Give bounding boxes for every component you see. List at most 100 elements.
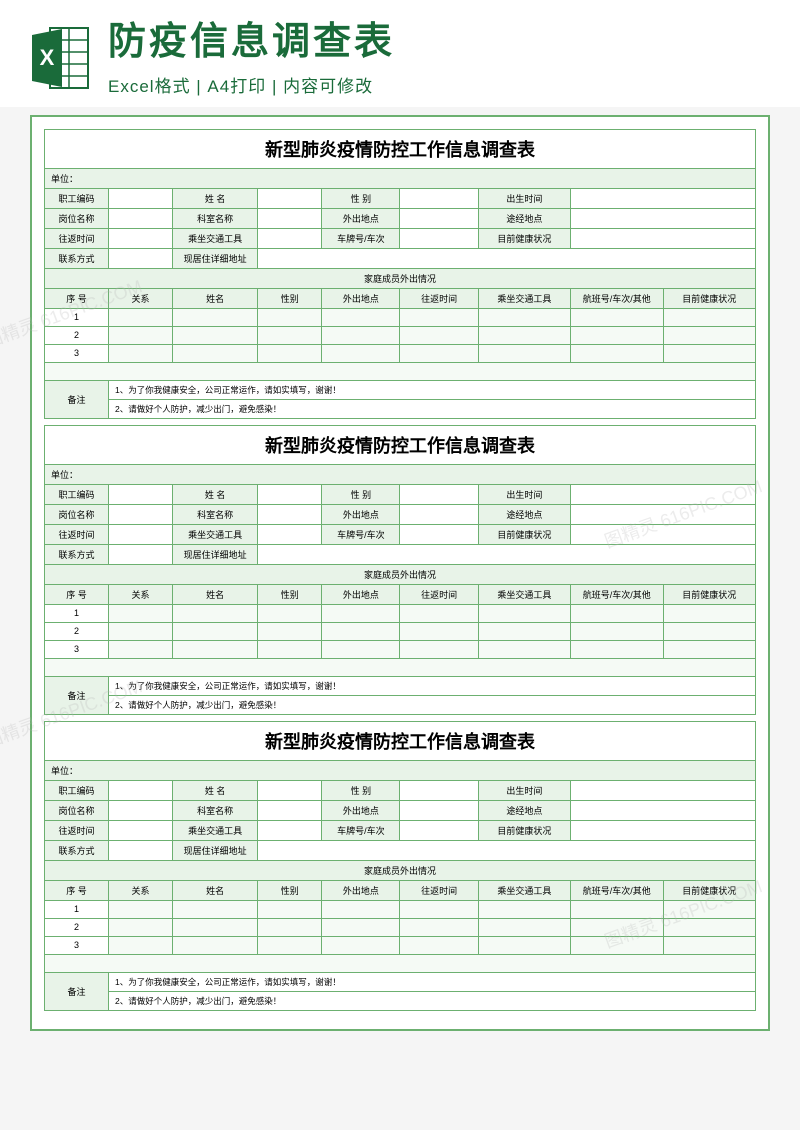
val xyxy=(108,208,172,228)
lbl: 联系方式 xyxy=(45,840,109,860)
cell xyxy=(478,604,570,622)
col: 外出地点 xyxy=(322,880,400,900)
val xyxy=(258,484,322,504)
form-block-3: 新型肺炎疫情防控工作信息调查表 单位： 职工编码姓 名性 别出生时间 岗位名称科… xyxy=(44,721,756,1011)
remark-label: 备注 xyxy=(45,380,109,418)
val xyxy=(108,840,172,860)
lbl-trip-time: 往返时间 xyxy=(45,228,109,248)
cell xyxy=(478,936,570,954)
form-table-2: 单位： 职工编码姓 名性 别出生时间 岗位名称科室名称外出地点途经地点 往返时间… xyxy=(44,464,756,715)
cell xyxy=(108,918,172,936)
row-num: 1 xyxy=(45,604,109,622)
col: 目前健康状况 xyxy=(663,880,755,900)
remark-label: 备注 xyxy=(45,972,109,1010)
val xyxy=(258,780,322,800)
cell xyxy=(571,622,663,640)
cell xyxy=(258,918,322,936)
cell xyxy=(172,622,257,640)
lbl-health: 目前健康状况 xyxy=(478,228,570,248)
val xyxy=(571,524,756,544)
lbl: 联系方式 xyxy=(45,544,109,564)
cell xyxy=(322,344,400,362)
val xyxy=(571,780,756,800)
col: 姓名 xyxy=(172,584,257,604)
val xyxy=(400,524,478,544)
remark-1: 1、为了你我健康安全，公司正常运作，请如实填写，谢谢！ xyxy=(108,676,755,695)
lbl-route: 途经地点 xyxy=(478,208,570,228)
unit-label: 单位： xyxy=(45,760,756,780)
cell xyxy=(322,622,400,640)
cell xyxy=(400,344,478,362)
cell xyxy=(258,900,322,918)
excel-icon: X xyxy=(30,23,90,93)
lbl: 往返时间 xyxy=(45,820,109,840)
remark-1: 1、为了你我健康安全，公司正常运作，请如实填写，谢谢！ xyxy=(108,380,755,399)
col: 性别 xyxy=(258,584,322,604)
val xyxy=(258,544,756,564)
lbl: 外出地点 xyxy=(322,800,400,820)
cell xyxy=(478,326,570,344)
header-text: 防疫信息调查表 Excel格式 | A4打印 | 内容可修改 xyxy=(108,20,770,97)
cell xyxy=(322,918,400,936)
cell xyxy=(478,900,570,918)
empty-row xyxy=(45,658,756,676)
lbl: 职工编码 xyxy=(45,780,109,800)
cell xyxy=(400,326,478,344)
lbl-post: 岗位名称 xyxy=(45,208,109,228)
row-num: 1 xyxy=(45,900,109,918)
lbl: 职工编码 xyxy=(45,484,109,504)
cell xyxy=(400,640,478,658)
cell xyxy=(172,918,257,936)
cell xyxy=(258,308,322,326)
cell xyxy=(400,918,478,936)
val xyxy=(258,524,322,544)
lbl: 现居住详细地址 xyxy=(172,544,257,564)
col-gender: 性别 xyxy=(258,288,322,308)
val xyxy=(258,208,322,228)
form-table-3: 单位： 职工编码姓 名性 别出生时间 岗位名称科室名称外出地点途经地点 往返时间… xyxy=(44,760,756,1011)
lbl: 外出地点 xyxy=(322,504,400,524)
cell xyxy=(322,604,400,622)
cell xyxy=(400,308,478,326)
cell xyxy=(108,622,172,640)
lbl-gender: 性 别 xyxy=(322,188,400,208)
cell xyxy=(258,344,322,362)
cell xyxy=(571,640,663,658)
col-flight: 航班号/车次/其他 xyxy=(571,288,663,308)
val xyxy=(400,484,478,504)
remark-2: 2、请做好个人防护，减少出门，避免感染！ xyxy=(108,695,755,714)
val xyxy=(108,504,172,524)
col: 目前健康状况 xyxy=(663,584,755,604)
cell xyxy=(478,640,570,658)
lbl-birth: 出生时间 xyxy=(478,188,570,208)
cell xyxy=(571,326,663,344)
col: 外出地点 xyxy=(322,584,400,604)
cell xyxy=(478,622,570,640)
sheet-wrapper: 新型肺炎疫情防控工作信息调查表 单位： 职工编码 姓 名 性 别 出生时间 岗位… xyxy=(30,115,770,1031)
col-place: 外出地点 xyxy=(322,288,400,308)
cell xyxy=(322,640,400,658)
remark-2: 2、请做好个人防护，减少出门，避免感染！ xyxy=(108,991,755,1010)
val xyxy=(400,504,478,524)
lbl: 乘坐交通工具 xyxy=(172,524,257,544)
cell xyxy=(663,344,755,362)
col-name: 姓名 xyxy=(172,288,257,308)
lbl: 乘坐交通工具 xyxy=(172,820,257,840)
lbl-address: 现居住详细地址 xyxy=(172,248,257,268)
cell xyxy=(108,900,172,918)
unit-label: 单位： xyxy=(45,464,756,484)
svg-text:X: X xyxy=(40,45,55,70)
cell xyxy=(571,900,663,918)
lbl-out-place: 外出地点 xyxy=(322,208,400,228)
cell xyxy=(172,604,257,622)
cell xyxy=(258,326,322,344)
lbl: 出生时间 xyxy=(478,780,570,800)
cell xyxy=(172,640,257,658)
row-num: 1 xyxy=(45,308,109,326)
sub-title: Excel格式 | A4打印 | 内容可修改 xyxy=(108,72,770,97)
lbl: 目前健康状况 xyxy=(478,524,570,544)
col: 航班号/车次/其他 xyxy=(571,584,663,604)
val xyxy=(258,248,756,268)
val xyxy=(108,524,172,544)
cell xyxy=(400,900,478,918)
